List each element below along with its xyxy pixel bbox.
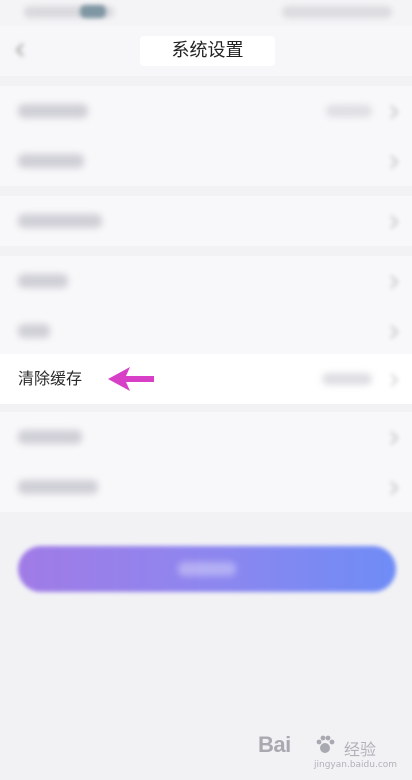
logout-button-label-blurred (178, 562, 236, 576)
chevron-left-icon[interactable] (14, 42, 26, 57)
settings-row[interactable] (0, 462, 412, 512)
settings-row-label (18, 430, 82, 444)
chevron-right-icon (390, 104, 398, 119)
settings-row-label (18, 324, 50, 338)
baidu-paw-icon (314, 734, 336, 756)
settings-row[interactable] (0, 196, 412, 246)
settings-row[interactable] (0, 256, 412, 306)
settings-row[interactable] (0, 306, 412, 356)
chevron-right-icon (390, 154, 398, 169)
chevron-right-icon (390, 274, 398, 289)
settings-row-value (326, 105, 372, 117)
settings-row-label (18, 154, 84, 168)
status-pill-blurred (80, 5, 106, 18)
clear-cache-label: 清除缓存 (18, 369, 83, 388)
status-icons-blurred (282, 6, 392, 18)
settings-row-label (18, 104, 88, 118)
chevron-right-icon (390, 324, 398, 339)
baidu-jingyan-watermark: Bai 经验 jingyan.baidu.com (258, 730, 398, 774)
chevron-right-icon (390, 480, 398, 495)
header: 系统设置 (0, 26, 412, 76)
cache-size-value (322, 373, 372, 385)
watermark-suffix: 经验 (344, 740, 377, 759)
settings-row[interactable] (0, 412, 412, 462)
chevron-right-icon (390, 372, 398, 387)
settings-row[interactable] (0, 86, 412, 136)
logout-button[interactable] (18, 546, 396, 592)
page-title: 系统设置 (140, 36, 275, 66)
chevron-right-icon (390, 430, 398, 445)
watermark-url: jingyan.baidu.com (314, 760, 398, 770)
settings-row-label (18, 274, 68, 288)
settings-row[interactable] (0, 136, 412, 186)
settings-row-label (18, 214, 102, 228)
settings-row-label (18, 480, 98, 494)
status-bar (0, 0, 412, 26)
chevron-right-icon (390, 214, 398, 229)
watermark-brand: Bai (258, 732, 291, 757)
clear-cache-row[interactable]: 清除缓存 (0, 354, 412, 404)
screen: 系统设置 清除缓存 Bai 经验 jingyan.baidu.com (0, 0, 412, 780)
arrow-left-icon (106, 364, 156, 394)
